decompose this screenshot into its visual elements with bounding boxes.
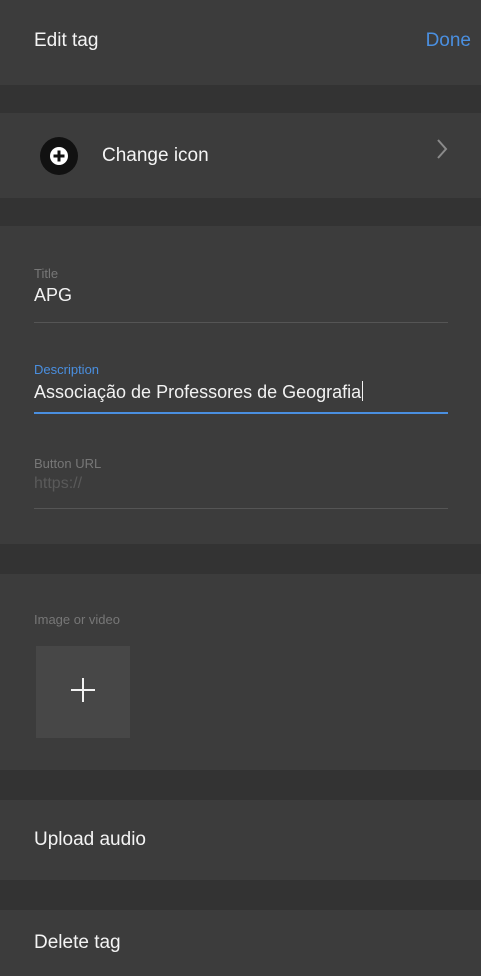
plus-icon	[68, 675, 98, 710]
section-divider	[0, 544, 481, 574]
title-input[interactable]: APG	[34, 285, 448, 309]
section-divider	[0, 770, 481, 800]
add-circle-icon	[40, 136, 78, 175]
section-divider	[0, 85, 481, 113]
button-url-label: Button URL	[34, 456, 102, 471]
description-value: Associação de Professores de Geografia	[34, 382, 362, 402]
chevron-right-icon	[435, 137, 449, 166]
edit-tag-panel: Edit tag Done Change icon Title APG Desc…	[0, 0, 481, 976]
delete-tag-label: Delete tag	[34, 932, 121, 953]
page-title: Edit tag	[34, 30, 99, 51]
description-underline	[34, 412, 448, 414]
title-field[interactable]: Title APG	[34, 266, 448, 323]
header: Edit tag Done	[0, 0, 481, 85]
media-section: Image or video	[0, 574, 481, 770]
media-label: Image or video	[34, 612, 120, 627]
change-icon-row[interactable]: Change icon	[0, 113, 481, 198]
section-divider	[0, 198, 481, 226]
tag-form: Title APG Description Associação de Prof…	[0, 226, 481, 544]
change-icon-label: Change icon	[102, 144, 209, 166]
button-url-field[interactable]: Button URL https://	[34, 456, 448, 509]
title-underline	[34, 322, 448, 323]
text-caret	[362, 381, 364, 401]
description-label: Description	[34, 362, 100, 377]
button-url-input[interactable]: https://	[34, 475, 448, 499]
add-media-button[interactable]	[36, 646, 130, 738]
upload-audio-label: Upload audio	[34, 829, 146, 850]
done-button[interactable]: Done	[426, 30, 471, 52]
section-divider	[0, 880, 481, 910]
description-input[interactable]: Associação de Professores de Geografia	[34, 381, 448, 405]
delete-tag-button[interactable]: Delete tag	[0, 910, 481, 976]
description-field[interactable]: Description Associação de Professores de…	[34, 362, 448, 414]
button-url-underline	[34, 508, 448, 509]
upload-audio-button[interactable]: Upload audio	[0, 800, 481, 880]
title-label: Title	[34, 266, 59, 281]
